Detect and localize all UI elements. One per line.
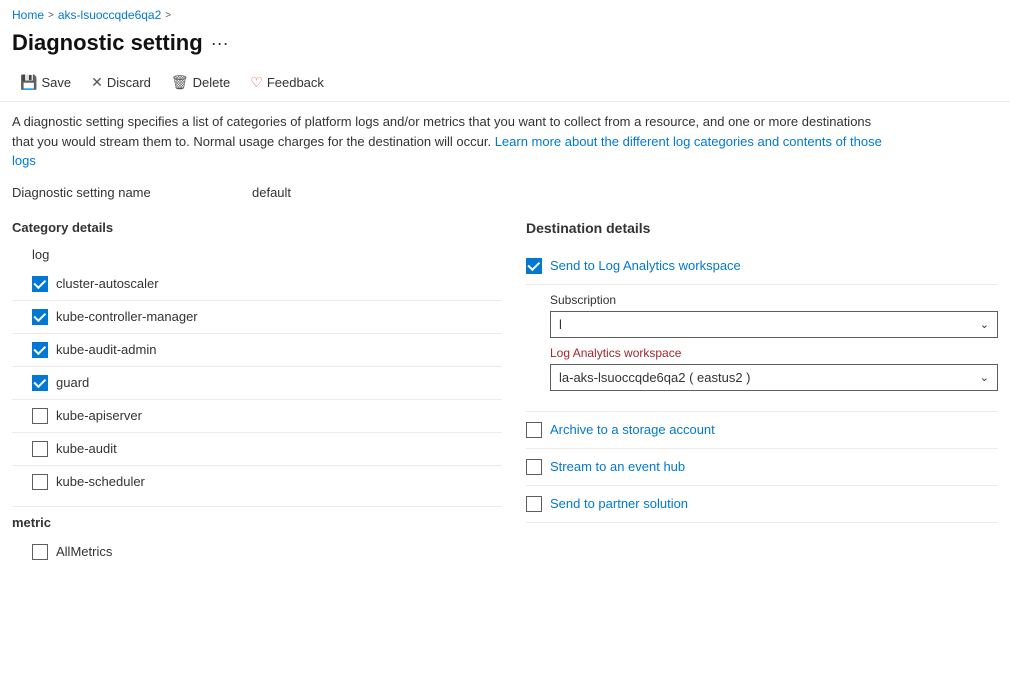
partner-row: Send to partner solution — [526, 486, 998, 523]
log-item-checkbox-6[interactable] — [32, 474, 48, 490]
metric-item-label-0: AllMetrics — [56, 544, 112, 559]
subscription-dropdown[interactable]: l ⌄ — [550, 311, 998, 338]
breadcrumb-sep1: > — [48, 10, 54, 21]
delete-label: Delete — [193, 75, 231, 90]
breadcrumb-sep2: > — [165, 10, 171, 21]
partner-label[interactable]: Send to partner solution — [550, 496, 688, 511]
feedback-button[interactable]: ♡ Feedback — [242, 70, 332, 95]
log-item-label-2: kube-audit-admin — [56, 342, 156, 357]
toolbar: 💾 Save ✕ Discard 🗑 Delete ♡ Feedback — [0, 64, 1010, 102]
metric-items-container: AllMetrics — [12, 536, 502, 568]
log-analytics-row: Send to Log Analytics workspace — [526, 248, 998, 285]
more-options-icon[interactable]: ··· — [211, 33, 229, 54]
event-hub-label[interactable]: Stream to an event hub — [550, 459, 685, 474]
log-item-label-1: kube-controller-manager — [56, 309, 198, 324]
breadcrumb-home[interactable]: Home — [12, 8, 44, 22]
log-item-checkbox-0[interactable] — [32, 276, 48, 292]
log-analytics-checkbox[interactable] — [526, 258, 542, 274]
page-title: Diagnostic setting — [12, 30, 203, 56]
delete-icon: 🗑 — [171, 74, 189, 91]
log-item-row: cluster-autoscaler — [12, 268, 502, 301]
discard-icon: ✕ — [91, 74, 103, 91]
workspace-dropdown[interactable]: la-aks-lsuoccqde6qa2 ( eastus2 ) ⌄ — [550, 364, 998, 391]
breadcrumb-resource[interactable]: aks-lsuoccqde6qa2 — [58, 8, 161, 22]
breadcrumb: Home > aks-lsuoccqde6qa2 > — [0, 0, 1010, 26]
event-hub-row: Stream to an event hub — [526, 449, 998, 486]
storage-checkbox[interactable] — [526, 422, 542, 438]
metric-section: metric AllMetrics — [12, 506, 502, 568]
discard-label: Discard — [107, 75, 151, 90]
log-section-header: log — [12, 243, 502, 268]
setting-name-label: Diagnostic setting name — [12, 185, 252, 200]
category-details-header: Category details — [12, 216, 502, 243]
workspace-label: Log Analytics workspace — [550, 346, 998, 360]
setting-name-value: default — [252, 185, 291, 200]
log-analytics-expanded: Subscription l ⌄ Log Analytics workspace… — [526, 285, 998, 412]
workspace-chevron-icon: ⌄ — [980, 371, 989, 384]
main-content: Category details log cluster-autoscaler k… — [0, 208, 1010, 576]
metric-section-header: metric — [12, 506, 502, 536]
feedback-label: Feedback — [267, 75, 324, 90]
log-item-checkbox-3[interactable] — [32, 375, 48, 391]
subscription-value: l — [559, 317, 562, 332]
log-item-label-5: kube-audit — [56, 441, 117, 456]
save-label: Save — [41, 75, 71, 90]
log-item-row: kube-controller-manager — [12, 301, 502, 334]
metric-item-row: AllMetrics — [12, 536, 502, 568]
destination-details-panel: Destination details Send to Log Analytic… — [502, 216, 998, 568]
delete-button[interactable]: 🗑 Delete — [163, 70, 238, 95]
log-item-row: kube-audit — [12, 433, 502, 466]
log-items-container: cluster-autoscaler kube-controller-manage… — [12, 268, 502, 498]
save-icon: 💾 — [20, 74, 37, 91]
feedback-icon: ♡ — [250, 74, 263, 91]
subscription-chevron-icon: ⌄ — [980, 318, 989, 331]
event-hub-checkbox[interactable] — [526, 459, 542, 475]
log-item-label-4: kube-apiserver — [56, 408, 142, 423]
metric-item-checkbox-0[interactable] — [32, 544, 48, 560]
log-item-checkbox-2[interactable] — [32, 342, 48, 358]
log-item-row: kube-audit-admin — [12, 334, 502, 367]
setting-name-row: Diagnostic setting name default — [0, 181, 1010, 208]
log-item-row: kube-scheduler — [12, 466, 502, 498]
log-item-row: kube-apiserver — [12, 400, 502, 433]
log-item-label-6: kube-scheduler — [56, 474, 145, 489]
log-item-row: guard — [12, 367, 502, 400]
log-item-label-3: guard — [56, 375, 89, 390]
partner-checkbox[interactable] — [526, 496, 542, 512]
discard-button[interactable]: ✕ Discard — [83, 70, 159, 95]
description: A diagnostic setting specifies a list of… — [0, 102, 900, 181]
category-details-panel: Category details log cluster-autoscaler k… — [12, 216, 502, 568]
save-button[interactable]: 💾 Save — [12, 70, 79, 95]
log-item-checkbox-4[interactable] — [32, 408, 48, 424]
log-item-label-0: cluster-autoscaler — [56, 276, 159, 291]
log-item-checkbox-1[interactable] — [32, 309, 48, 325]
page-title-row: Diagnostic setting ··· — [0, 26, 1010, 64]
workspace-value: la-aks-lsuoccqde6qa2 ( eastus2 ) — [559, 370, 751, 385]
storage-row: Archive to a storage account — [526, 412, 998, 449]
log-analytics-label[interactable]: Send to Log Analytics workspace — [550, 258, 741, 273]
log-item-checkbox-5[interactable] — [32, 441, 48, 457]
destination-details-header: Destination details — [526, 216, 998, 248]
storage-label[interactable]: Archive to a storage account — [550, 422, 715, 437]
subscription-label: Subscription — [550, 293, 998, 307]
